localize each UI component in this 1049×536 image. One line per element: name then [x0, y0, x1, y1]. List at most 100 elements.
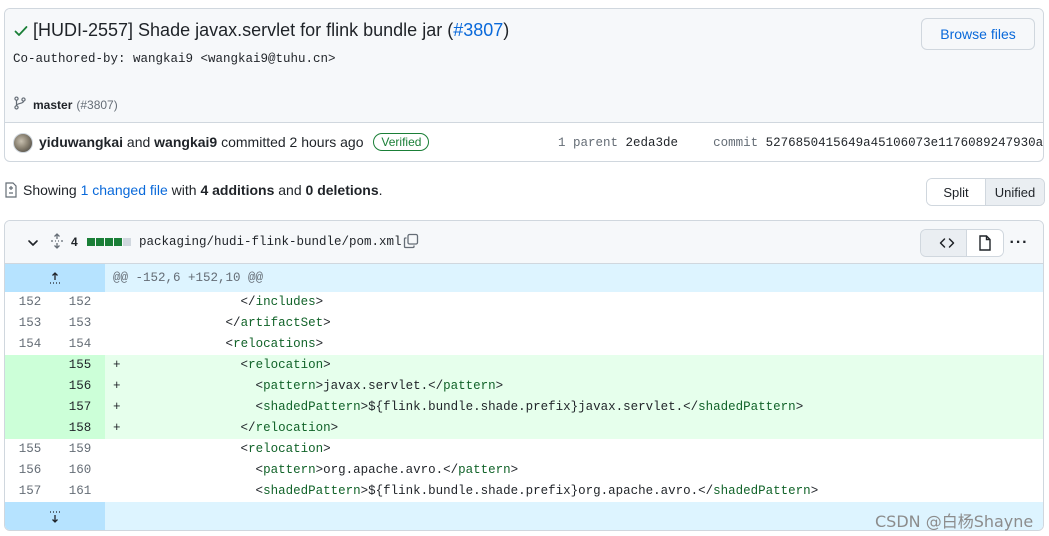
copy-icon[interactable] [403, 233, 419, 249]
code-line: + <pattern>javax.servlet.</pattern> [105, 376, 1043, 397]
diff-body: @@ -152,6 +152,10 @@ 152 152 </includes> 1… [5, 264, 1043, 530]
diff-context-line: 157 161 <shadedPattern>${flink.bundle.sha… [5, 481, 1043, 502]
xml-tag-name: relocation [248, 442, 324, 456]
new-line-number[interactable]: 152 [55, 292, 105, 313]
diff-added-line: 158 + </relocation> [5, 418, 1043, 439]
split-view-button[interactable]: Split [927, 179, 986, 205]
commit-header: [HUDI-2557] Shade javax.servlet for flin… [4, 8, 1044, 162]
diff-sign [113, 484, 121, 498]
diff-context-line: 152 152 </includes> [5, 292, 1043, 313]
diff-context-line: 156 160 <pattern>org.apache.avro.</patter… [5, 460, 1043, 481]
hunk-header-row: @@ -152,6 +152,10 @@ [5, 264, 1043, 292]
diff-added-line: 156 + <pattern>javax.servlet.</pattern> [5, 376, 1043, 397]
new-line-number[interactable]: 160 [55, 460, 105, 481]
diffstat-block [114, 238, 122, 246]
author-link-2[interactable]: wangkai9 [154, 134, 217, 150]
verified-badge[interactable]: Verified [373, 133, 430, 151]
author-link-1[interactable]: yiduwangkai [39, 134, 123, 150]
file-view-button[interactable] [966, 230, 1003, 256]
code-line: <shadedPattern>${flink.bundle.shade.pref… [105, 481, 1043, 502]
code-text: > [323, 358, 331, 372]
diff-summary: Showing 1 changed file with 4 additions … [4, 182, 383, 198]
hunk-header: @@ -152,6 +152,10 @@ [113, 271, 264, 285]
xml-tag-name: pattern [443, 379, 496, 393]
diffstat-bar [87, 238, 131, 246]
diffstat-block [105, 238, 113, 246]
code-text: > [315, 295, 324, 309]
new-line-number[interactable]: 155 [55, 355, 105, 376]
code-text: < [255, 484, 264, 498]
code-line: <relocations> [105, 334, 1043, 355]
code-text: > [323, 316, 331, 330]
old-line-number[interactable]: 157 [5, 481, 55, 502]
expand-down-icon[interactable] [5, 502, 105, 530]
xml-tag-name: shadedPattern [263, 484, 361, 498]
commit-sha: 5276850415649a45106073e1176089247930add3 [765, 136, 1044, 150]
check-icon [13, 23, 29, 39]
code-line: </includes> [105, 292, 1043, 313]
old-line-number[interactable]: 156 [5, 460, 55, 481]
file-path[interactable]: packaging/hudi-flink-bundle/pom.xml [139, 235, 402, 249]
expand-up-icon[interactable] [5, 264, 105, 292]
code-text: > [510, 463, 519, 477]
code-text: < [255, 400, 264, 414]
old-line-number[interactable] [5, 397, 55, 418]
branch-pr-ref[interactable]: (#3807) [76, 98, 117, 112]
xml-tag-name: relocation [255, 421, 331, 435]
code-text: >${flink.bundle.shade.prefix}org.apache.… [360, 484, 714, 498]
xml-tag-name: pattern [458, 463, 511, 477]
code-view-button[interactable] [921, 230, 967, 256]
browse-files-button[interactable]: Browse files [921, 18, 1035, 50]
code-text: </ [225, 316, 241, 330]
diff-sign [113, 337, 121, 351]
code-text: < [240, 442, 249, 456]
new-line-number[interactable]: 157 [55, 397, 105, 418]
unified-view-button[interactable]: Unified [986, 179, 1044, 205]
code-text: >org.apache.avro.</ [315, 463, 459, 477]
avatar[interactable] [13, 133, 33, 153]
commit-meta-bar: yiduwangkai and wangkai9 committed 2 hou… [5, 124, 1044, 161]
diff-added-line: 155 + <relocation> [5, 355, 1043, 376]
new-line-number[interactable]: 158 [55, 418, 105, 439]
branch-name-link[interactable]: master [33, 98, 72, 112]
old-line-number[interactable]: 152 [5, 292, 55, 313]
new-line-number[interactable]: 161 [55, 481, 105, 502]
code-text: </ [240, 295, 256, 309]
chevron-down-icon[interactable] [25, 235, 41, 251]
new-line-number[interactable]: 153 [55, 313, 105, 334]
new-line-number[interactable]: 154 [55, 334, 105, 355]
old-line-number[interactable] [5, 376, 55, 397]
code-line: </artifactSet> [105, 313, 1043, 334]
new-line-number[interactable]: 159 [55, 439, 105, 460]
code-text: < [255, 379, 264, 393]
author-line: yiduwangkai and wangkai9 committed 2 hou… [39, 133, 430, 152]
old-line-number[interactable]: 155 [5, 439, 55, 460]
old-line-number[interactable] [5, 418, 55, 439]
old-line-number[interactable]: 153 [5, 313, 55, 334]
pr-link[interactable]: #3807 [453, 20, 503, 40]
new-line-number[interactable]: 156 [55, 376, 105, 397]
diff-context-line: 154 154 <relocations> [5, 334, 1043, 355]
code-line: + <shadedPattern>${flink.bundle.shade.pr… [105, 397, 1043, 418]
diff-sign [113, 316, 121, 330]
old-line-number[interactable]: 154 [5, 334, 55, 355]
expand-all-icon[interactable] [49, 233, 65, 249]
code-text: </ [240, 421, 256, 435]
code-line: + </relocation> [105, 418, 1043, 439]
old-line-number[interactable] [5, 355, 55, 376]
kebab-menu-icon[interactable]: ··· [1009, 233, 1029, 253]
diff-added-line: 157 + <shadedPattern>${flink.bundle.shade… [5, 397, 1043, 418]
xml-tag-name: pattern [263, 379, 316, 393]
diff-sign [113, 295, 121, 309]
branch-info: master (#3807) [13, 96, 118, 113]
diffstat-block [87, 238, 95, 246]
file-diff-icon [4, 182, 18, 198]
parent-sha-link[interactable]: 2eda3de [626, 136, 679, 150]
changed-files-link[interactable]: 1 changed file [81, 182, 168, 198]
code-text: > [810, 484, 819, 498]
